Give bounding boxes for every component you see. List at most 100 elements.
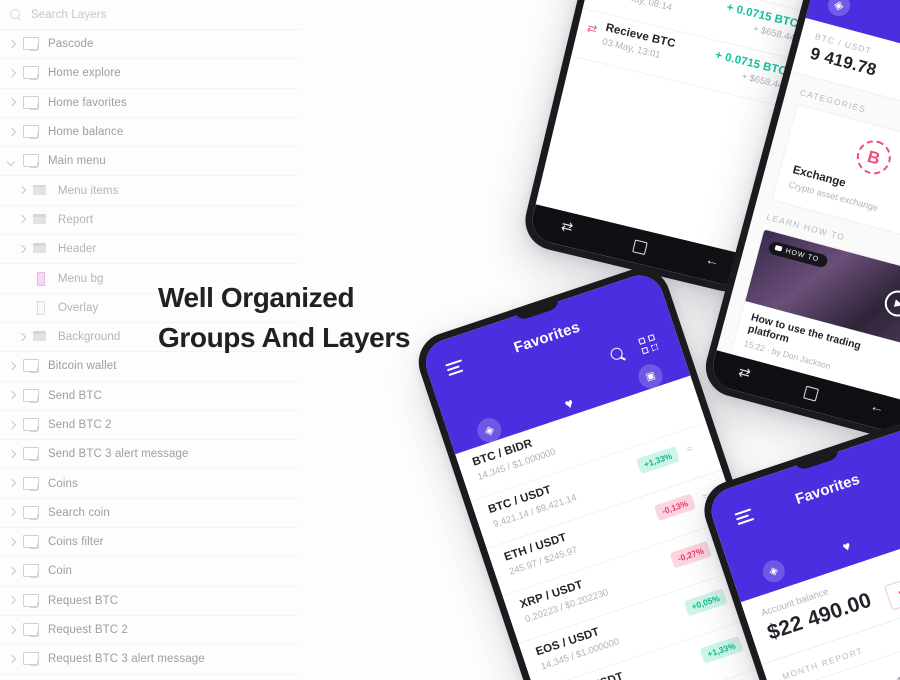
legend-label: +$2 140.00 (891, 663, 900, 680)
chevron-right-icon[interactable] (14, 212, 30, 228)
compass-icon[interactable]: ◈ (825, 0, 853, 19)
layer-row-send-btc-3-alert-message[interactable]: Send BTC 3 alert message (0, 440, 300, 470)
layer-label: Main menu (48, 155, 106, 168)
search-icon[interactable] (609, 345, 628, 364)
layer-label: Send BTC 2 (48, 419, 112, 431)
tab-favorites[interactable]: ♥ (833, 533, 861, 561)
layer-row-request-btc[interactable]: Request BTC (0, 587, 300, 616)
chevron-right-icon[interactable] (4, 563, 20, 579)
layer-label: Coin (48, 565, 73, 578)
artboard-icon (20, 416, 42, 434)
artboard-icon (20, 387, 42, 405)
chevron-right-icon[interactable] (14, 183, 30, 199)
layer-label: Coins filter (48, 536, 104, 549)
chevron-right-icon[interactable] (4, 651, 20, 667)
chevron-right-icon[interactable] (4, 36, 20, 52)
layer-row-send-btc-2[interactable]: Send BTC 2 (0, 411, 300, 441)
chevron-right-icon[interactable] (4, 124, 20, 140)
artboard-icon (20, 650, 42, 668)
transaction-amounts: + 0.0715 BTC + $658.44 (722, 1, 799, 44)
chevron-right-icon[interactable] (14, 241, 30, 257)
howto-badge-label: HOW TO (784, 247, 820, 264)
chevron-right-icon[interactable] (4, 358, 20, 374)
folder-icon (30, 182, 52, 200)
chevron-right-icon[interactable] (4, 505, 20, 521)
play-icon[interactable]: ▶ (881, 287, 900, 320)
transaction-amounts: + 0.0715 BTC + $658.44 (711, 48, 788, 91)
layer-label: Request BTC 2 (48, 624, 128, 637)
artboard-icon (20, 533, 42, 551)
chevron-right-icon[interactable] (4, 95, 20, 111)
folder-icon (30, 211, 52, 229)
change-badge: -0,13% (653, 493, 696, 521)
layer-row-btc-address[interactable]: BTC Address (0, 675, 300, 680)
layer-label: Request BTC (48, 594, 119, 607)
artboard-icon (20, 592, 42, 610)
recents-icon[interactable] (559, 221, 576, 238)
qr-code-icon[interactable] (638, 334, 659, 355)
report-legend: +$2 140.00-$980.00 ▤ December (875, 656, 900, 680)
chevron-right-icon[interactable] (4, 534, 20, 550)
layer-row-coins-filter[interactable]: Coins filter (0, 528, 300, 558)
sparkline-icon: ≈ (685, 442, 695, 457)
layer-row-home-favorites[interactable]: Home favorites (0, 89, 300, 118)
layer-label: Header (58, 243, 97, 256)
layer-row-main-menu[interactable]: Main menu (0, 147, 300, 177)
layer-row-request-btc-3-alert-message[interactable]: Request BTC 3 alert message (0, 645, 300, 675)
chevron-right-icon[interactable] (4, 593, 20, 609)
artboard-icon (20, 562, 42, 580)
layer-label: Menu bg (58, 272, 104, 285)
layer-label: Bitcoin wallet (48, 360, 117, 373)
layer-row-send-btc[interactable]: Send BTC (0, 382, 300, 411)
layer-label: Send BTC 3 alert message (48, 448, 189, 461)
home-icon[interactable] (631, 238, 648, 255)
chevron-right-icon[interactable] (4, 417, 20, 433)
chevron-right-icon[interactable] (14, 329, 30, 345)
tab-explore[interactable]: ◈ (759, 557, 788, 586)
home-icon[interactable] (802, 384, 819, 401)
chevron-right-icon[interactable] (4, 65, 20, 81)
recents-icon[interactable] (736, 367, 753, 384)
layer-row-coin[interactable]: Coin (0, 557, 300, 587)
layer-row-home-explore[interactable]: Home explore (0, 59, 300, 89)
search-icon (10, 8, 23, 21)
layer-row-pascode[interactable]: Pascode (0, 30, 300, 60)
search-layers-row[interactable] (0, 0, 300, 30)
layer-label: Menu items (58, 184, 119, 197)
chevron-right-icon[interactable] (4, 476, 20, 492)
search-input[interactable] (31, 8, 231, 21)
artboard-icon (20, 94, 42, 112)
back-icon[interactable] (868, 402, 885, 419)
howto-badge: HOW TO (767, 240, 829, 269)
chevron-down-icon[interactable] (4, 153, 20, 169)
legend-item: +$2 140.00 (878, 663, 900, 680)
back-icon[interactable] (703, 255, 720, 272)
change-badge: +1,33% (635, 446, 681, 475)
chevron-right-icon[interactable] (4, 388, 20, 404)
layer-label: Home explore (48, 67, 121, 80)
rectangle-icon (30, 270, 52, 288)
layer-row-request-btc-2[interactable]: Request BTC 2 (0, 616, 300, 646)
change-badge: +0,05% (683, 588, 728, 617)
layer-row-search-coin[interactable]: Search coin (0, 499, 300, 529)
layer-row-header[interactable]: Header (0, 235, 300, 265)
layer-row-menu-items[interactable]: Menu items (0, 176, 300, 206)
layer-row-coins[interactable]: Coins (0, 469, 300, 499)
folder-icon (30, 328, 52, 346)
layer-label: Home balance (48, 126, 124, 139)
layer-label: Report (58, 213, 94, 226)
bitcoin-exchange-icon: B (853, 136, 895, 179)
layer-label: Overlay (58, 301, 99, 314)
chevron-right-icon[interactable] (4, 446, 20, 462)
layer-label: Home favorites (48, 96, 127, 109)
layer-row-report[interactable]: Report (0, 206, 300, 236)
artboard-icon (20, 475, 42, 493)
layer-row-home-balance[interactable]: Home balance (0, 118, 300, 148)
change-badge: +1,33% (699, 635, 744, 664)
artboard-icon (20, 64, 42, 82)
chevron-right-icon[interactable] (4, 622, 20, 638)
artboard-icon (20, 357, 42, 375)
artboard-icon (20, 123, 42, 141)
artboard-icon (20, 152, 42, 170)
